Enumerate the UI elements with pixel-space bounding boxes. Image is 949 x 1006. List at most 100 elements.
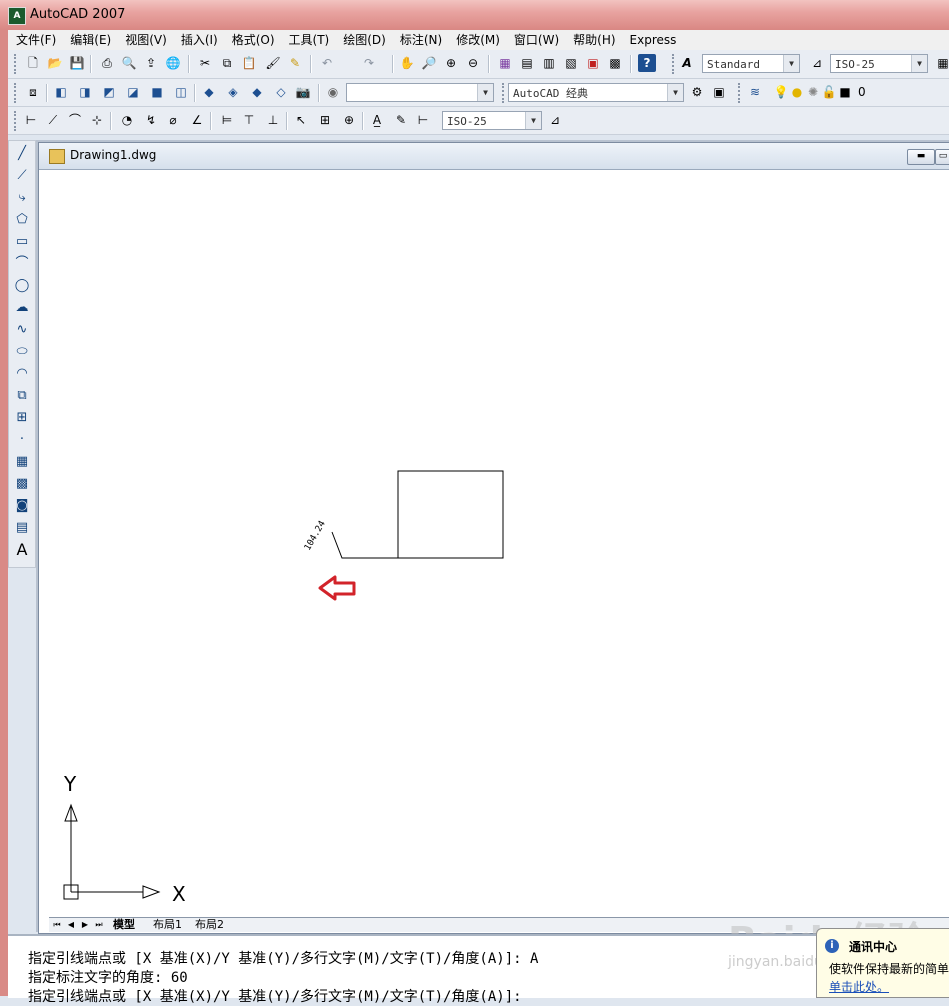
toolbar-grip[interactable] bbox=[14, 83, 19, 103]
menu-window[interactable]: 窗口(W) bbox=[506, 30, 565, 48]
sw-iso-icon[interactable]: ◆ bbox=[200, 83, 218, 101]
menu-draw[interactable]: 绘图(D) bbox=[335, 30, 392, 48]
menu-tools[interactable]: 工具(T) bbox=[281, 30, 336, 48]
arc-icon[interactable]: ⌒ bbox=[13, 255, 31, 273]
save-icon[interactable]: 💾 bbox=[68, 54, 86, 72]
nw-iso-icon[interactable]: ◇ bbox=[272, 83, 290, 101]
square-shape[interactable] bbox=[397, 470, 504, 559]
toolbar-grip[interactable] bbox=[672, 54, 677, 74]
view-dropdown[interactable]: ▼ bbox=[346, 83, 494, 102]
zoom-window-icon[interactable]: ⊕ bbox=[442, 54, 460, 72]
dimension-text-edit-icon[interactable]: ✎ bbox=[392, 111, 410, 129]
dimension-style-manager-icon[interactable]: ⊿ bbox=[546, 111, 564, 129]
layer-manager-icon[interactable]: ≋ bbox=[746, 83, 764, 101]
workspace-dropdown[interactable]: AutoCAD 经典 ▼ bbox=[508, 83, 684, 102]
menu-format[interactable]: 格式(O) bbox=[224, 30, 281, 48]
dimension-style-dropdown[interactable]: ISO-25 ▼ bbox=[442, 111, 542, 130]
redo-icon[interactable]: ↷ bbox=[360, 54, 378, 72]
open-icon[interactable]: 📂 bbox=[46, 54, 64, 72]
prev-tab-icon[interactable]: ◀ bbox=[65, 919, 77, 930]
menu-dimension[interactable]: 标注(N) bbox=[392, 30, 448, 48]
workspace-settings-icon[interactable]: ⚙ bbox=[688, 83, 706, 101]
pan-icon[interactable]: ✋ bbox=[398, 54, 416, 72]
zoom-previous-icon[interactable]: ⊖ bbox=[464, 54, 482, 72]
dim-style-dropdown[interactable]: ISO-25 ▼ bbox=[830, 54, 928, 73]
insert-block-icon[interactable]: ⧉ bbox=[13, 387, 31, 405]
toolbar-grip[interactable] bbox=[14, 54, 19, 74]
ne-iso-icon[interactable]: ◆ bbox=[248, 83, 266, 101]
se-iso-icon[interactable]: ◈ bbox=[224, 83, 242, 101]
spline-icon[interactable]: ∿ bbox=[13, 321, 31, 339]
save-workspace-icon[interactable]: ▣ bbox=[710, 83, 728, 101]
multiline-text-icon[interactable]: A bbox=[13, 541, 31, 559]
communication-center-balloon[interactable]: i 通讯中心 使软件保持最新的简单 单击此处。 bbox=[816, 928, 949, 998]
menu-modify[interactable]: 修改(M) bbox=[448, 30, 506, 48]
text-style-dropdown[interactable]: Standard ▼ bbox=[702, 54, 800, 73]
front-view-icon[interactable]: ■ bbox=[148, 83, 166, 101]
tolerance-icon[interactable]: ⊞ bbox=[316, 111, 334, 129]
top-view-icon[interactable]: ◧ bbox=[52, 83, 70, 101]
point-icon[interactable]: · bbox=[13, 431, 31, 449]
print-preview-icon[interactable]: 🔍 bbox=[120, 54, 138, 72]
named-views-icon[interactable]: ◉ bbox=[324, 83, 342, 101]
polyline-icon[interactable]: ⤷ bbox=[13, 189, 31, 207]
print-icon[interactable]: ⎙ bbox=[98, 54, 116, 72]
linear-dimension-icon[interactable]: ⊢ bbox=[22, 111, 40, 129]
tool-palettes-icon[interactable]: ▥ bbox=[540, 54, 558, 72]
menu-express[interactable]: Express bbox=[622, 30, 683, 48]
command-line-3[interactable]: 指定引线端点或 [X 基准(X)/Y 基准(Y)/多行文字(M)/文字(T)/角… bbox=[28, 986, 522, 1006]
toolbar-grip[interactable] bbox=[502, 83, 507, 103]
sheet-set-icon[interactable]: ▧ bbox=[562, 54, 580, 72]
table-style-icon[interactable]: ▦ bbox=[934, 54, 949, 72]
design-center-icon[interactable]: ▤ bbox=[518, 54, 536, 72]
camera-icon[interactable]: 📷 bbox=[294, 83, 312, 101]
left-view-icon[interactable]: ◩ bbox=[100, 83, 118, 101]
first-tab-icon[interactable]: ⏮ bbox=[51, 919, 63, 930]
jogged-dimension-icon[interactable]: ↯ bbox=[142, 111, 160, 129]
toolbar-grip[interactable] bbox=[14, 111, 19, 131]
hatch-icon[interactable]: ▦ bbox=[13, 453, 31, 471]
diameter-dimension-icon[interactable]: ⌀ bbox=[164, 111, 182, 129]
construction-line-icon[interactable]: ⟋ bbox=[13, 167, 31, 185]
center-mark-icon[interactable]: ⊕ bbox=[340, 111, 358, 129]
zoom-realtime-icon[interactable]: 🔎 bbox=[420, 54, 438, 72]
quick-dimension-icon[interactable]: ⊨ bbox=[218, 111, 236, 129]
make-block-icon[interactable]: ⊞ bbox=[13, 409, 31, 427]
match-properties-icon[interactable]: 🖌 bbox=[264, 54, 282, 72]
radius-dimension-icon[interactable]: ◔ bbox=[118, 111, 136, 129]
plot-web-icon[interactable]: 🌐 bbox=[164, 54, 182, 72]
paste-icon[interactable]: 📋 bbox=[240, 54, 258, 72]
line-icon[interactable]: ╱ bbox=[13, 145, 31, 163]
undo-icon[interactable]: ↶ bbox=[318, 54, 336, 72]
rectangle-icon[interactable]: ▭ bbox=[13, 233, 31, 251]
markup-icon[interactable]: ▣ bbox=[584, 54, 602, 72]
ucs-icon[interactable]: ⧈ bbox=[24, 83, 42, 101]
ellipse-arc-icon[interactable]: ◠ bbox=[13, 365, 31, 383]
ordinate-dimension-icon[interactable]: ⊹ bbox=[88, 111, 106, 129]
autocad-logo-icon[interactable]: A bbox=[8, 7, 26, 25]
angular-dimension-icon[interactable]: ∠ bbox=[188, 111, 206, 129]
baseline-dimension-icon[interactable]: ⊤ bbox=[240, 111, 258, 129]
continue-dimension-icon[interactable]: ⊥ bbox=[264, 111, 282, 129]
layer-color-icon[interactable]: ■ bbox=[836, 83, 854, 101]
revision-cloud-icon[interactable]: ☁ bbox=[13, 299, 31, 317]
menu-help[interactable]: 帮助(H) bbox=[565, 30, 621, 48]
cut-icon[interactable]: ✂ bbox=[196, 54, 214, 72]
menu-file[interactable]: 文件(F) bbox=[8, 30, 62, 48]
right-view-icon[interactable]: ◪ bbox=[124, 83, 142, 101]
properties-icon[interactable]: ▦ bbox=[496, 54, 514, 72]
ellipse-icon[interactable]: ⬭ bbox=[13, 343, 31, 361]
new-icon[interactable]: 🗋 bbox=[24, 54, 42, 72]
block-editor-icon[interactable]: ✎ bbox=[286, 54, 304, 72]
dimension-text[interactable]: 104.24 bbox=[303, 519, 328, 552]
maximize-button[interactable]: ▭ bbox=[935, 149, 949, 165]
aligned-dimension-icon[interactable]: ⟋ bbox=[44, 111, 62, 129]
bottom-view-icon[interactable]: ◨ bbox=[76, 83, 94, 101]
dim-style-icon[interactable]: ⊿ bbox=[808, 54, 826, 72]
arc-length-icon[interactable]: ⌒ bbox=[66, 111, 84, 129]
copy-icon[interactable]: ⧉ bbox=[218, 54, 236, 72]
ordinate-leader[interactable] bbox=[331, 531, 398, 559]
drawing-canvas[interactable]: 104.24 Y X bbox=[49, 171, 949, 917]
calculator-icon[interactable]: ▩ bbox=[606, 54, 624, 72]
quick-leader-icon[interactable]: ↖ bbox=[292, 111, 310, 129]
